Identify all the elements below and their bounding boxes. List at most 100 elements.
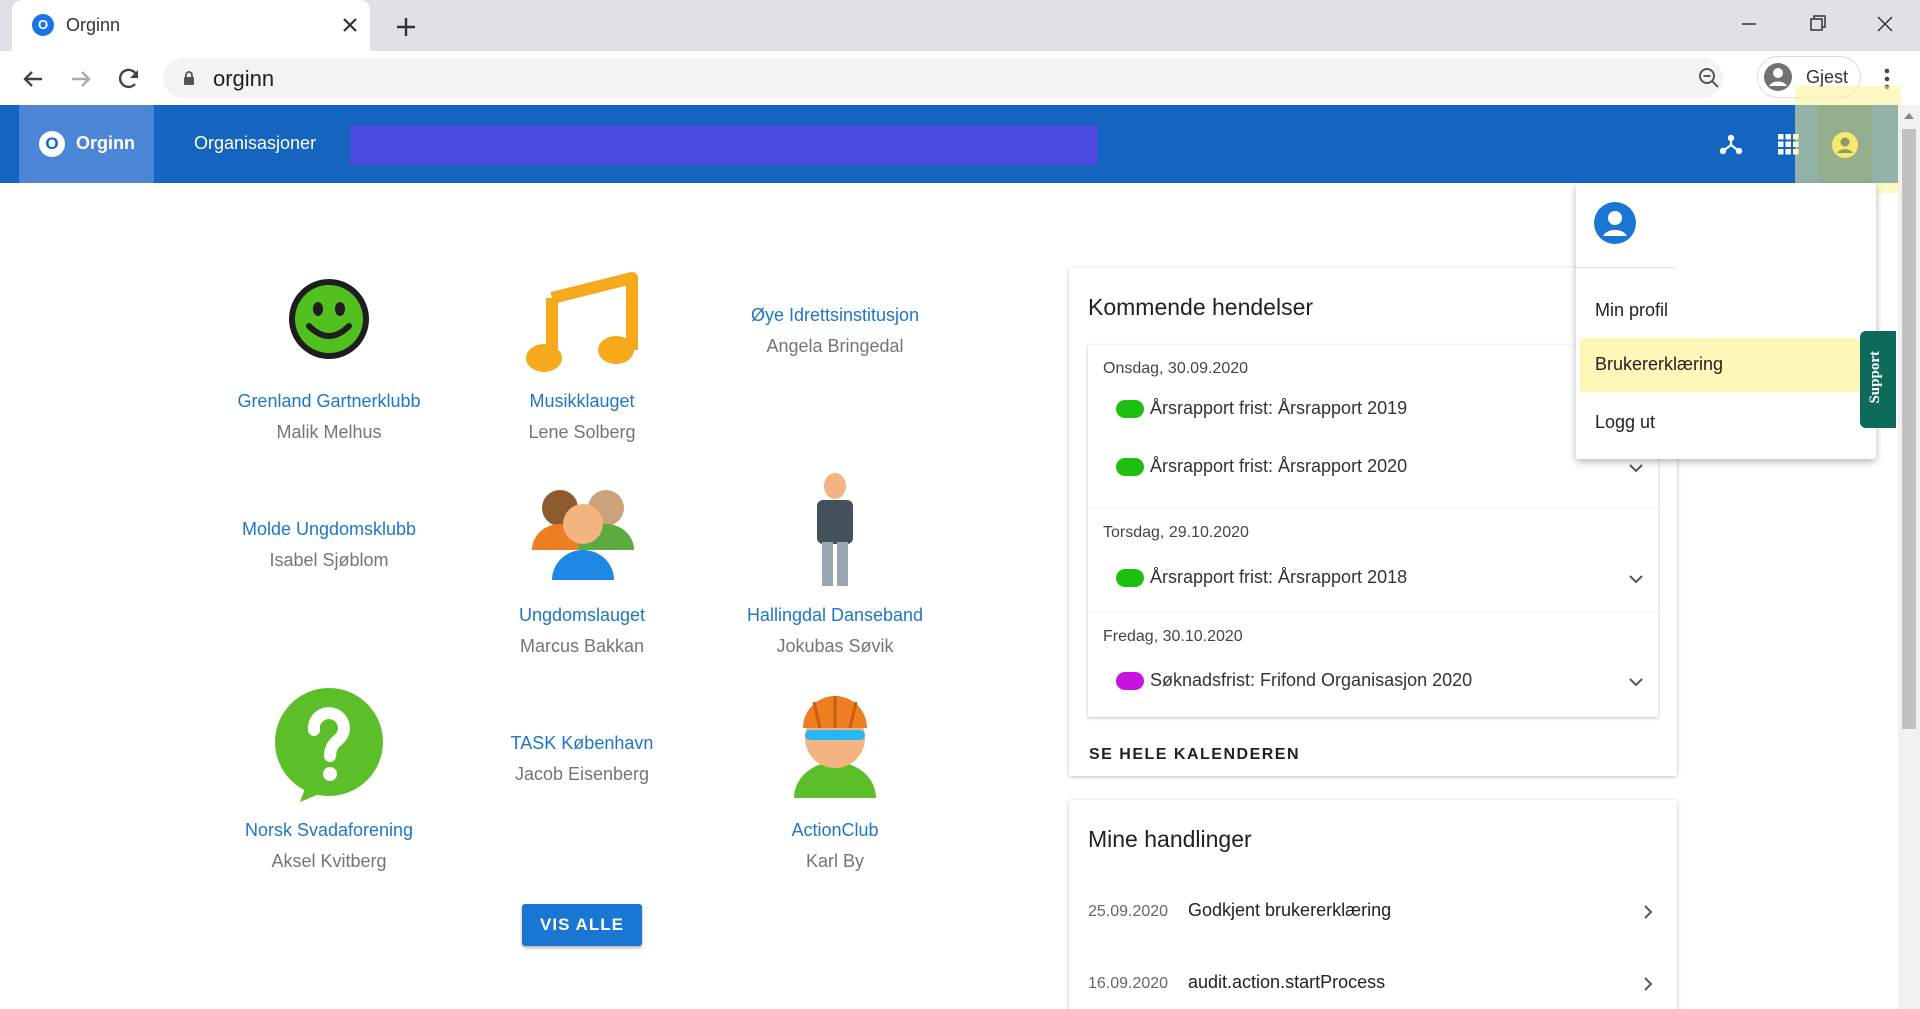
event-status-dot: [1116, 400, 1144, 418]
my-actions-card: Mine handlinger 25.09.2020 Godkjent bruk…: [1069, 800, 1677, 1009]
event-item[interactable]: Søknadsfrist: Frifond Organisasjon 2020: [1116, 666, 1646, 696]
group-people-icon: [532, 490, 634, 580]
account-menu-button[interactable]: [1818, 105, 1873, 183]
event-item[interactable]: Årsrapport frist: Årsrapport 2019: [1116, 394, 1646, 424]
menu-item-my-profile[interactable]: Min profil: [1580, 284, 1862, 338]
account-circle-icon: [1832, 132, 1858, 158]
network-icon[interactable]: [1717, 130, 1745, 158]
event-group-date: Onsdag, 30.09.2020: [1103, 360, 1249, 377]
close-tab-icon[interactable]: [336, 11, 364, 39]
account-circle-icon: [1594, 202, 1636, 244]
org-contact-person: Lene Solberg: [528, 422, 636, 442]
org-card: ActionClub Karl By: [710, 820, 960, 872]
event-label: Søknadsfrist: Frifond Organisasjon 2020: [1150, 670, 1473, 690]
event-label: Årsrapport frist: Årsrapport 2019: [1150, 398, 1408, 418]
org-name-link[interactable]: ActionClub: [710, 820, 960, 841]
event-label: Årsrapport frist: Årsrapport 2020: [1150, 456, 1408, 476]
action-row[interactable]: 16.09.2020 audit.action.startProcess: [1088, 969, 1658, 999]
show-all-button[interactable]: VIS ALLE: [522, 904, 642, 946]
scroll-up-icon[interactable]: [1904, 113, 1914, 119]
org-contact-person: Jacob Eisenberg: [514, 764, 650, 784]
close-window-icon[interactable]: [1865, 8, 1905, 40]
action-label: audit.action.startProcess: [1188, 972, 1386, 992]
org-contact-person: Angela Bringedal: [766, 336, 904, 356]
restore-icon[interactable]: [1797, 8, 1837, 40]
event-group: Torsdag, 29.10.2020 Årsrapport frist: År…: [1088, 509, 1658, 613]
chevron-down-icon[interactable]: [1626, 672, 1646, 692]
url-text: orginn: [213, 66, 275, 91]
card-title: Kommende hendelser: [1088, 294, 1314, 320]
cyclist-helmet-icon: [794, 696, 876, 798]
org-contact-person: Isabel Sjøblom: [269, 550, 389, 570]
event-status-dot: [1116, 672, 1144, 690]
card-title: Mine handlinger: [1088, 826, 1252, 852]
orginn-favicon-icon: O: [32, 14, 54, 36]
see-full-calendar-link[interactable]: SE HELE KALENDEREN: [1089, 746, 1300, 764]
brand-name: Orginn: [76, 133, 135, 153]
event-status-dot: [1116, 569, 1144, 587]
org-contact-person: Marcus Bakkan: [519, 636, 645, 656]
org-name-link[interactable]: TASK København: [457, 733, 707, 754]
org-card: Musikklauget Lene Solberg: [457, 391, 707, 443]
org-contact-person: Malik Melhus: [276, 422, 382, 442]
forward-arrow-icon[interactable]: [65, 63, 97, 95]
event-group-date: Torsdag, 29.10.2020: [1103, 524, 1249, 541]
page-scrollbar[interactable]: [1898, 105, 1920, 1009]
minimize-icon[interactable]: [1729, 8, 1769, 40]
org-card: TASK København Jacob Eisenberg: [457, 733, 707, 785]
account-dropdown-menu: Min profil Brukererklæring Logg ut: [1576, 183, 1876, 459]
search-field[interactable]: [350, 125, 1098, 165]
app-bar: O Orginn Organisasjoner: [0, 105, 1898, 183]
event-group: Fredag, 30.10.2020 Søknadsfrist: Frifond…: [1088, 613, 1658, 717]
action-date: 25.09.2020: [1088, 903, 1169, 920]
standing-person-icon: [817, 473, 853, 586]
lock-icon: [184, 71, 194, 85]
org-name-link[interactable]: Norsk Svadaforening: [204, 820, 454, 841]
reload-icon[interactable]: [113, 63, 145, 95]
org-card: Hallingdal Danseband Jokubas Søvik: [710, 605, 960, 657]
event-item[interactable]: Årsrapport frist: Årsrapport 2020: [1116, 452, 1646, 482]
chevron-down-icon[interactable]: [1626, 569, 1646, 589]
music-note-icon: [526, 272, 638, 372]
nav-organizations-link[interactable]: Organisasjoner: [194, 133, 316, 154]
org-name-link[interactable]: Hallingdal Danseband: [710, 605, 960, 626]
browser-tabstrip: O Orginn: [0, 0, 1920, 51]
event-group: Onsdag, 30.09.2020 Årsrapport frist: Års…: [1088, 345, 1658, 509]
guest-label: Gjest: [1806, 67, 1849, 87]
tab-title: Orginn: [66, 15, 121, 35]
event-status-dot: [1116, 458, 1144, 476]
event-label: Årsrapport frist: Årsrapport 2018: [1150, 567, 1408, 587]
org-name-link[interactable]: Grenland Gartnerklubb: [204, 391, 454, 412]
zoom-icon[interactable]: [1697, 66, 1721, 90]
action-row[interactable]: 25.09.2020 Godkjent brukererklæring: [1088, 897, 1658, 927]
question-bubble-icon: [275, 688, 383, 802]
scroll-thumb[interactable]: [1902, 129, 1916, 729]
event-group-date: Fredag, 30.10.2020: [1103, 628, 1243, 645]
org-card: Molde Ungdomsklubb Isabel Sjøblom: [204, 519, 454, 571]
org-contact-person: Jokubas Søvik: [776, 636, 894, 656]
back-arrow-icon[interactable]: [17, 63, 49, 95]
org-name-link[interactable]: Øye Idrettsinstitusjon: [710, 305, 960, 326]
org-card: Øye Idrettsinstitusjon Angela Bringedal: [710, 305, 960, 357]
org-contact-person: Aksel Kvitberg: [271, 851, 387, 871]
org-name-link[interactable]: Musikklauget: [457, 391, 707, 412]
org-name-link[interactable]: Ungdomslauget: [457, 605, 707, 626]
menu-divider: [1576, 267, 1676, 268]
org-card: Norsk Svadaforening Aksel Kvitberg: [204, 820, 454, 872]
action-date: 16.09.2020: [1088, 975, 1169, 992]
event-item[interactable]: Årsrapport frist: Årsrapport 2018: [1116, 563, 1646, 593]
orginn-logo-icon: O: [39, 131, 65, 157]
org-name-link[interactable]: Molde Ungdomsklubb: [204, 519, 454, 540]
smiley-icon: [289, 279, 369, 359]
chevron-down-icon[interactable]: [1626, 458, 1646, 478]
menu-item-logout[interactable]: Logg ut: [1580, 396, 1862, 450]
chevron-right-icon[interactable]: [1638, 974, 1658, 994]
address-bar[interactable]: orginn: [163, 58, 1723, 98]
menu-item-user-declaration[interactable]: Brukererklæring: [1580, 338, 1862, 392]
support-label: Support: [1867, 351, 1883, 404]
browser-tab[interactable]: O Orginn: [12, 0, 370, 51]
new-tab-icon[interactable]: [390, 11, 422, 43]
support-tab[interactable]: Support: [1860, 331, 1896, 428]
chevron-right-icon[interactable]: [1638, 902, 1658, 922]
brand-home-link[interactable]: O Orginn: [19, 105, 154, 183]
